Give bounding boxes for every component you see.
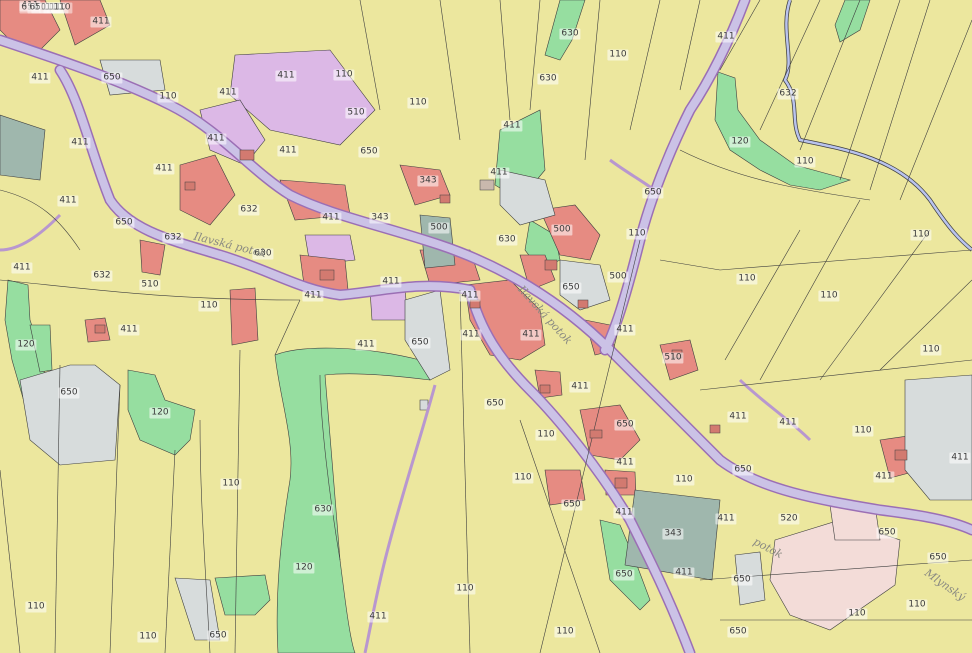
parcel-code-label: 110: [407, 97, 429, 109]
parcel-code-label: 411: [90, 16, 112, 28]
parcel-code-label: 110: [25, 601, 47, 613]
parcel-code-label: 411: [949, 452, 971, 464]
parcel-code-label: 411: [217, 87, 239, 99]
parcel-code-label: 411: [69, 137, 91, 149]
parcel-code-label: 650: [561, 499, 583, 511]
parcel-code-label: 632: [238, 204, 260, 216]
parcel-code-label: 630: [559, 28, 581, 40]
parcel-code-label: 650: [409, 337, 431, 349]
parcel-code-label: 632: [162, 232, 184, 244]
parcel-code-label: 650: [927, 552, 949, 564]
parcel-code-label: 510: [345, 107, 367, 119]
parcel-code-label: 411: [727, 411, 749, 423]
parcel-code-label: 411: [277, 145, 299, 157]
parcel-code-label: 632: [91, 270, 113, 282]
parcel-code-label: 110: [512, 472, 534, 484]
parcel-code-label: 411: [459, 290, 481, 302]
parcel-code-label: 650: [731, 574, 753, 586]
parcel-code-label: 110: [920, 344, 942, 356]
parcel-code-label: 110: [906, 599, 928, 611]
parcel-code-label: 630: [312, 504, 334, 516]
parcel-code-label: 411: [715, 513, 737, 525]
parcel-code-label: 110: [220, 478, 242, 490]
parcel-code-label: 411: [57, 195, 79, 207]
parcel-code-label: 411: [118, 324, 140, 336]
parcel-code-label: 120: [149, 407, 171, 419]
cadastral-map[interactable]: 411 411 411 411 411 411 411 411 411 411 411 411 411 4…: [0, 0, 972, 653]
parcel-code-label: 411: [520, 329, 542, 341]
parcel-code-label: 411: [205, 133, 227, 145]
parcel-code-label: 120: [729, 136, 751, 148]
parcel-code-label: 632: [777, 88, 799, 100]
parcel-code-label: 120: [15, 339, 37, 351]
parcel-code-label: 411: [153, 163, 175, 175]
parcel-code-label: 411: [613, 507, 635, 519]
parcel-code-label: 343: [417, 175, 439, 187]
parcel-code-label: 110: [673, 474, 695, 486]
parcel-code-label: 411: [380, 276, 402, 288]
parcel-code-label: 110: [794, 156, 816, 168]
parcel-code-label: 411: [715, 31, 737, 43]
parcel-code-label: 630: [496, 234, 518, 246]
parcel-code-label: 650: [732, 464, 754, 476]
parcel-code-label: 411: [569, 381, 591, 393]
parcel-code-label: 650: [207, 630, 229, 642]
parcel-code-label: 510: [662, 352, 684, 364]
parcel-code-label: 650: [358, 146, 380, 158]
parcel-code-label: 650: [101, 72, 123, 84]
parcel-code-label: 110: [736, 273, 758, 285]
parcel-code-label: 110: [198, 300, 220, 312]
parcel-code-label: 650: [642, 187, 664, 199]
parcel-code-label: 411: [488, 167, 510, 179]
parcel-code-label: 411: [614, 457, 636, 469]
parcel-code-label: 411: [29, 72, 51, 84]
parcel-code-label: 110: [137, 631, 159, 643]
parcel-code-label: 110: [910, 229, 932, 241]
parcel-code-label: 411: [275, 70, 297, 82]
parcel-code-label: 650: [613, 569, 635, 581]
parcel-code-label: 120: [293, 562, 315, 574]
map-canvas[interactable]: [0, 0, 972, 653]
parcel-code-label: 520: [778, 513, 800, 525]
parcel-code-label: 110: [626, 228, 648, 240]
parcel-code-label: 411: [11, 262, 33, 274]
parcel-code-label: 343: [662, 528, 684, 540]
parcel-code-label: 650: [614, 419, 636, 431]
parcel-code-label: 411: [355, 339, 377, 351]
parcel-code-label: 110: [818, 290, 840, 302]
parcel-code-label: 411: [320, 212, 342, 224]
parcel-code-label: 411: [302, 290, 324, 302]
parcel-code-label: 500: [428, 222, 450, 234]
parcel-code-label: 110: [157, 91, 179, 103]
parcel-code-label: 110: [852, 425, 874, 437]
parcel-code-label: 110: [846, 608, 868, 620]
parcel-code-label: 110: [535, 429, 557, 441]
parcel-code-label: 110: [454, 583, 476, 595]
parcel-code-label: 343: [369, 212, 391, 224]
parcel-code-label: 650: [58, 387, 80, 399]
parcel-code-label: 411: [873, 471, 895, 483]
parcel-code-label: 500: [551, 224, 573, 236]
parcel-code-label: 411: [501, 120, 523, 132]
parcel-code-label: 650: [113, 217, 135, 229]
parcel-code-label: 411: [367, 611, 389, 623]
parcel-code-label: 650: [876, 527, 898, 539]
parcel-code-label: 411: [673, 567, 695, 579]
parcel-code-label: 650: [484, 398, 506, 410]
parcel-code-label: 110: [607, 49, 629, 61]
parcel-code-label: 110: [333, 69, 355, 81]
parcel-code-label: 411: [777, 417, 799, 429]
parcel-code-label: 630: [537, 73, 559, 85]
parcel-code-label: 500: [607, 271, 629, 283]
parcel-code-label: 650: [727, 626, 749, 638]
parcel-code-label: 411: [460, 329, 482, 341]
parcel-code-label: 110: [554, 626, 576, 638]
parcel-code-label: 510: [139, 279, 161, 291]
parcel-code-label: 110: [51, 2, 73, 14]
parcel-code-label: 411: [614, 324, 636, 336]
parcel-code-label: 650: [560, 282, 582, 294]
